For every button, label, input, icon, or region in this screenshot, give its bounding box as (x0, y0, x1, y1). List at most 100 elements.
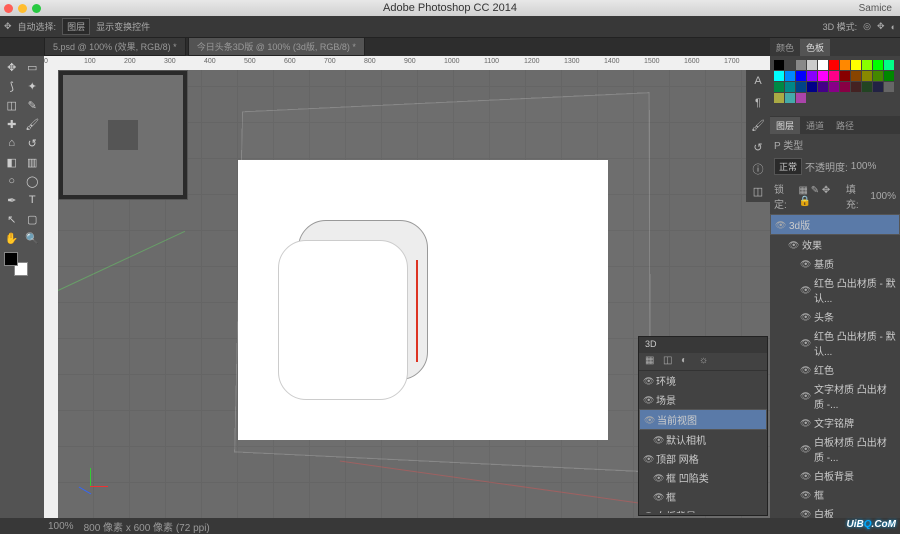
path-tool[interactable]: ↖ (2, 210, 22, 228)
swatch[interactable] (873, 82, 883, 92)
brush-tool[interactable]: 🖌 (23, 115, 43, 133)
visibility-icon[interactable]: 👁 (775, 220, 785, 230)
marquee-tool[interactable]: ▭ (23, 58, 43, 76)
heal-tool[interactable]: ✚ (2, 115, 22, 133)
swatch[interactable] (851, 82, 861, 92)
wand-tool[interactable]: ✦ (23, 77, 43, 95)
brush-panel-icon[interactable]: 🖌 (746, 114, 770, 136)
filter-material-icon[interactable]: ◐ (681, 355, 695, 369)
swatch[interactable] (873, 71, 883, 81)
visibility-icon[interactable]: 👁 (800, 285, 810, 295)
visibility-icon[interactable]: 👁 (800, 444, 810, 454)
swatch[interactable] (862, 82, 872, 92)
history-panel-icon[interactable]: ↺ (746, 136, 770, 158)
swatch[interactable] (851, 60, 861, 70)
eraser-tool[interactable]: ◧ (2, 153, 22, 171)
gradient-tool[interactable]: ▥ (23, 153, 43, 171)
layer-item[interactable]: 👁框 (770, 485, 900, 504)
visibility-icon[interactable]: 👁 (653, 473, 663, 483)
swatch[interactable] (807, 82, 817, 92)
auto-select-dropdown[interactable]: 图层 (62, 18, 90, 35)
visibility-icon[interactable]: 👁 (800, 471, 810, 481)
3d-item[interactable]: 👁当前视图 (639, 409, 767, 430)
swatch[interactable] (818, 60, 828, 70)
lock-icons[interactable]: ▦ ✎ ✥ 🔒 (799, 185, 843, 207)
hand-tool[interactable]: ✋ (2, 229, 22, 247)
history-brush-tool[interactable]: ↺ (23, 134, 43, 152)
swatch[interactable] (785, 71, 795, 81)
layers-list[interactable]: 👁3d版👁效果👁基质👁红色 凸出材质 - 默认...👁头条👁红色 凸出材质 - … (770, 214, 900, 518)
swatch[interactable] (774, 60, 784, 70)
crop-tool[interactable]: ◫ (2, 96, 22, 114)
3d-item[interactable]: 👁框 凹陷类 (639, 468, 767, 487)
swatch[interactable] (840, 71, 850, 81)
swatch[interactable] (851, 71, 861, 81)
layer-item[interactable]: 👁红色 凸出材质 - 默认... (770, 273, 900, 307)
filter-light-icon[interactable]: ☼ (699, 355, 713, 369)
swatch[interactable] (829, 60, 839, 70)
orbit-icon[interactable]: ◎ (863, 21, 871, 32)
layer-item[interactable]: 👁白板背景 (770, 466, 900, 485)
filter-mesh-icon[interactable]: ◫ (663, 355, 677, 369)
swatch[interactable] (840, 60, 850, 70)
swatch[interactable] (796, 71, 806, 81)
stamp-tool[interactable]: ⌂ (2, 134, 22, 152)
type-panel-icon[interactable]: A (746, 70, 770, 92)
pan-icon[interactable]: ✥ (877, 21, 885, 32)
zoom-level[interactable]: 100% (48, 521, 74, 532)
swatch[interactable] (796, 93, 806, 103)
swatch[interactable] (884, 71, 894, 81)
kind-filter[interactable]: P 类型 (774, 137, 803, 152)
swatch[interactable] (884, 82, 894, 92)
layer-item[interactable]: 👁效果 (770, 235, 900, 254)
paragraph-panel-icon[interactable]: ¶ (746, 92, 770, 114)
opacity-value[interactable]: 100% (851, 161, 877, 172)
color-chips[interactable] (4, 252, 28, 276)
swatch[interactable] (873, 60, 883, 70)
swatch[interactable] (862, 60, 872, 70)
visibility-icon[interactable]: 👁 (800, 391, 810, 401)
swatch[interactable] (796, 60, 806, 70)
layers-tab[interactable]: 图层 (770, 117, 800, 134)
dodge-tool[interactable]: ◯ (23, 172, 43, 190)
visibility-icon[interactable]: 👁 (644, 415, 654, 425)
swatch[interactable] (840, 82, 850, 92)
extruded-object[interactable] (298, 220, 478, 430)
3d-item[interactable]: 👁默认相机 (639, 430, 767, 449)
doc-tab-1[interactable]: 5.psd @ 100% (效果, RGB/8) * (44, 37, 186, 56)
visibility-icon[interactable]: 👁 (800, 509, 810, 519)
3d-item[interactable]: 👁环境 (639, 371, 767, 390)
layer-item[interactable]: 👁文字材质 凸出材质 -... (770, 379, 900, 413)
visibility-icon[interactable]: 👁 (643, 376, 653, 386)
3d-item[interactable]: 👁框 (639, 487, 767, 506)
blur-tool[interactable]: ○ (2, 172, 22, 190)
visibility-icon[interactable]: 👁 (788, 240, 798, 250)
swatch[interactable] (774, 71, 784, 81)
channels-tab[interactable]: 通道 (800, 117, 830, 134)
visibility-icon[interactable]: 👁 (800, 490, 810, 500)
3d-item[interactable]: 👁白板背景 (639, 506, 767, 513)
move-tool[interactable]: ✥ (2, 58, 22, 76)
swatches-tab[interactable]: 色板 (800, 39, 830, 56)
paths-tab[interactable]: 路径 (830, 117, 860, 134)
pen-tool[interactable]: ✒ (2, 191, 22, 209)
swatch[interactable] (818, 82, 828, 92)
visibility-icon[interactable]: 👁 (800, 259, 810, 269)
visibility-icon[interactable]: 👁 (643, 395, 653, 405)
visibility-icon[interactable]: 👁 (800, 338, 810, 348)
swatch[interactable] (796, 82, 806, 92)
layer-item[interactable]: 👁红色 (770, 360, 900, 379)
layer-item[interactable]: 👁红色 凸出材质 - 默认... (770, 326, 900, 360)
layer-item[interactable]: 👁白板材质 凸出材质 -... (770, 432, 900, 466)
filter-scene-icon[interactable]: ▦ (645, 355, 659, 369)
dolly-icon[interactable]: ◐ (891, 22, 896, 32)
swatch[interactable] (807, 71, 817, 81)
visibility-icon[interactable]: 👁 (643, 454, 653, 464)
swatch[interactable] (829, 82, 839, 92)
swatch[interactable] (774, 82, 784, 92)
navigator-overlay[interactable] (58, 70, 188, 200)
type-tool[interactable]: T (23, 191, 43, 209)
visibility-icon[interactable]: 👁 (800, 418, 810, 428)
minimize-icon[interactable] (18, 4, 27, 13)
swatch[interactable] (807, 60, 817, 70)
